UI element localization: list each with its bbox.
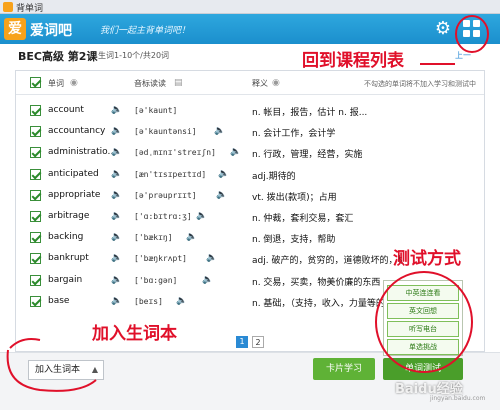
test-option-dictation[interactable]: 听写电台 xyxy=(387,321,459,337)
row-checkbox[interactable] xyxy=(30,211,41,222)
phonetic-text: ['bɑ:gən] xyxy=(134,275,178,285)
phonetic-speaker-icon[interactable]: 🔈 xyxy=(202,275,213,285)
phonetic-text: [æn'tɪsɪpeɪtɪd] xyxy=(134,169,207,179)
row-checkbox[interactable] xyxy=(30,253,41,265)
phonetic-text: [ədˌmɪnɪ'streɪʃn] xyxy=(134,148,216,158)
phonetic-text: [beɪs] xyxy=(134,296,163,306)
header-word: 单词 xyxy=(48,79,64,88)
speaker-icon[interactable]: 🔈 xyxy=(111,232,122,242)
definition-text: n. 倒退，支持，帮助 xyxy=(252,235,336,246)
table-row: accountancy 🔈 [ə'kauntənsi] 🔈 n. 会计工作，会计学 xyxy=(16,122,484,143)
app-header: 爱 爱词吧 我们一起主背单词吧！ ⚙ xyxy=(0,14,500,44)
speaker-icon[interactable]: 🔈 xyxy=(111,147,122,157)
row-checkbox[interactable] xyxy=(30,126,41,138)
definition-text: n. 仲裁，套利交易，套汇 xyxy=(252,214,354,224)
definition-text: vt. 拨出(款项)；占用 xyxy=(252,192,337,203)
phonetic-text: ['bækɪŋ] xyxy=(134,233,173,243)
speaker-icon[interactable]: 🔈 xyxy=(111,190,122,200)
row-checkbox[interactable] xyxy=(30,274,41,286)
caret-up-icon[interactable]: ▲ xyxy=(92,361,98,379)
word-test-button[interactable]: 单词测试 xyxy=(383,358,463,380)
speaker-icon[interactable]: 🔈 xyxy=(111,296,122,306)
phonetic-text: [ə'kaunt] xyxy=(134,106,178,115)
row-checkbox[interactable] xyxy=(30,189,41,201)
phonetic-speaker-icon[interactable]: 🔈 xyxy=(196,211,207,221)
course-list-grid-icon[interactable] xyxy=(463,20,481,38)
table-row: appropriate 🔈 [ə'prəuprɪɪt] 🔈 vt. 拨出(款项)；占用 xyxy=(16,186,484,207)
add-to-wordbook-label: 加入生词本 xyxy=(35,365,81,375)
header-definition: 释义 xyxy=(252,79,268,88)
table-row: arbitrage 🔈 ['ɑ:bɪtrɑ:ʒ] 🔈 n. 仲裁，套利交易，套汇 xyxy=(16,207,484,228)
hide-words-eye-icon[interactable]: ◉ xyxy=(70,78,78,88)
definition-text: n. 交易，买卖，物美价廉的东西 v... xyxy=(252,277,397,288)
speaker-icon[interactable]: 🔈 xyxy=(111,169,122,179)
definition-text: n. 会计工作，会计学 xyxy=(252,129,336,140)
course-subtitle: 生词1-10个/共20词 xyxy=(98,51,170,60)
logo-text: 爱词吧 xyxy=(30,23,72,39)
row-checkbox[interactable] xyxy=(30,295,41,307)
table-row: anticipated 🔈 [æn'tɪsɪpeɪtɪd] 🔈 adj.期待的 xyxy=(16,165,484,186)
previous-link[interactable]: 上一 xyxy=(455,50,471,61)
watermark-url: jingyan.baidu.com xyxy=(430,395,486,402)
phonetic-speaker-icon[interactable]: 🔈 xyxy=(218,169,229,179)
app-icon xyxy=(3,2,13,12)
page-2-button[interactable]: 2 xyxy=(252,336,264,348)
row-checkbox[interactable] xyxy=(30,105,41,116)
table-header: 单词 ◉ 音标读读 ▤ 释义 ◉ 不勾选的单词将不加入学习和测试中 xyxy=(16,71,484,95)
card-study-button[interactable]: 卡片学习 xyxy=(313,358,375,380)
speaker-icon[interactable]: 🔈 xyxy=(111,126,122,136)
test-mode-menu: 中英连连看 英文回想 听写电台 单选挑战 xyxy=(383,280,463,356)
phonetic-speaker-icon[interactable]: 🔈 xyxy=(230,147,241,157)
page-1-button[interactable]: 1 xyxy=(236,336,248,348)
definition-text: n. 行政，管理，经营，实施 xyxy=(252,150,363,161)
phonetic-speaker-icon[interactable]: 🔈 xyxy=(186,232,197,242)
test-option-match[interactable]: 中英连连看 xyxy=(387,285,459,301)
definition-text: adj.期待的 xyxy=(252,171,296,182)
table-row: administratio... 🔈 [ədˌmɪnɪ'streɪʃn] 🔈 n. 行政… xyxy=(16,143,484,164)
speaker-icon[interactable]: 🔈 xyxy=(111,253,122,263)
row-checkbox[interactable] xyxy=(30,168,41,180)
annotation-add-wordbook: 加入生词本 xyxy=(92,324,177,344)
speaker-icon[interactable]: 🔈 xyxy=(111,211,122,221)
phonetic-speaker-icon[interactable]: 🔈 xyxy=(176,296,187,306)
gear-icon[interactable]: ⚙ xyxy=(433,19,453,39)
table-row: account 🔈 [ə'kaunt] 🔈 n. 帐目，报告，估计 n. 报... xyxy=(16,101,484,122)
window-titlebar: 背单词 xyxy=(0,0,500,14)
definition-text: n. 基础，（支持，收入，力量等的） xyxy=(252,298,394,309)
phonetic-text: ['bæŋkrʌpt] xyxy=(134,254,187,264)
course-title: BEC高级 第2课 xyxy=(18,50,98,63)
test-option-recall[interactable]: 英文回想 xyxy=(387,303,459,319)
phonetic-text: ['ɑ:bɪtrɑ:ʒ] xyxy=(134,212,192,221)
select-all-checkbox[interactable] xyxy=(30,77,41,88)
annotation-test-mode: 测试方式 xyxy=(393,249,461,269)
slogan: 我们一起主背单词吧！ xyxy=(100,26,191,36)
row-checkbox[interactable] xyxy=(30,232,41,244)
hide-definition-eye-icon[interactable]: ◉ xyxy=(272,78,280,88)
phonetic-speaker-icon[interactable]: 🔈 xyxy=(206,253,217,263)
definition-text: adj. 破产的，贫穷的，道德败坏的，枯 xyxy=(252,256,402,267)
definition-text: n. 帐目，报告，估计 n. 报... xyxy=(252,108,368,118)
speaker-icon[interactable]: 🔈 xyxy=(111,275,122,285)
row-checkbox[interactable] xyxy=(30,147,41,159)
header-phonetic: 音标读读 xyxy=(134,79,166,88)
phonetic-speaker-icon[interactable]: 🔈 xyxy=(111,105,122,115)
selection-note: 不勾选的单词将不加入学习和测试中 xyxy=(364,80,476,88)
add-to-wordbook-button[interactable]: 加入生词本 ▲ xyxy=(28,360,104,380)
phonetic-text: [ə'prəuprɪɪt] xyxy=(134,190,197,200)
phonetic-text: [ə'kauntənsi] xyxy=(134,127,197,137)
phonetic-speaker-icon[interactable]: 🔈 xyxy=(214,126,225,136)
test-option-choice[interactable]: 单选挑战 xyxy=(387,339,459,355)
annotation-course-list: 回到课程列表 xyxy=(302,51,404,71)
window-title: 背单词 xyxy=(16,4,44,14)
phonetic-speaker-icon[interactable]: 🔈 xyxy=(216,190,227,200)
phonetic-toggle-icon[interactable]: ▤ xyxy=(174,78,183,88)
logo-icon: 爱 xyxy=(4,18,26,40)
